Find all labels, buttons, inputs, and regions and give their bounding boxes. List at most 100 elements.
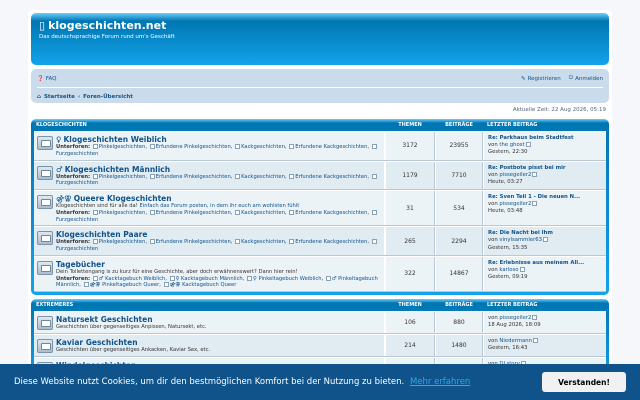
forum-title-link[interactable]: Klogeschichten Männlich (65, 165, 170, 174)
site-title-text[interactable]: klogeschichten.net (48, 19, 166, 32)
last-post-author: von pissegeiler2 (488, 201, 603, 208)
post-count: 880 (435, 312, 483, 333)
forum-title[interactable]: Kaviar Geschichten (56, 338, 210, 347)
forum-read-icon (37, 136, 53, 150)
view-latest-post-icon[interactable] (532, 201, 538, 207)
view-latest-post-icon[interactable] (519, 266, 525, 272)
last-post-by: von (488, 201, 498, 208)
last-post-user[interactable]: the ghost (499, 142, 524, 148)
subforum-link[interactable]: Erfundene Pinkelgeschichten (156, 210, 231, 216)
forum-title-link[interactable]: Natursekt Geschichten (56, 315, 153, 324)
subforum-link[interactable]: ⚣⚢ Kacktagebuch Queer (170, 282, 237, 288)
subforum-link[interactable]: Furzgeschichten (56, 246, 98, 252)
forum-title-link[interactable]: Queere Klogeschichten (74, 194, 172, 203)
subforum-icon (247, 275, 253, 281)
last-post-user[interactable]: Niedermann (499, 338, 532, 344)
category-title[interactable]: KLOGESCHICHTEN (34, 122, 385, 128)
last-post-user[interactable]: karloso (499, 267, 518, 273)
forum-title[interactable]: ♀ Klogeschichten Weiblich (56, 135, 382, 144)
cookie-message: Diese Website nutzt Cookies, um dir den … (14, 377, 405, 387)
subforum-link[interactable]: Erfundene Kackgeschichten (295, 239, 367, 245)
forum-title[interactable]: ♂ Klogeschichten Männlich (56, 165, 382, 174)
faq-link[interactable]: ❓ FAQ (37, 76, 57, 82)
site-title[interactable]: ▯ klogeschichten.net (39, 19, 601, 32)
breadcrumb-current[interactable]: Foren-Übersicht (83, 94, 133, 100)
nav-divider (37, 87, 603, 88)
view-latest-post-icon[interactable] (525, 142, 531, 148)
post-count: 23955 (435, 132, 483, 160)
view-latest-post-icon[interactable] (542, 237, 548, 243)
cookie-more-link[interactable]: Mehr erfahren (410, 377, 470, 387)
gender-icon: ♂ (56, 164, 63, 174)
forum-title[interactable]: Tagebücher (56, 260, 382, 269)
subforum-link[interactable]: ♀ Pinkeltagebuch Weiblich (253, 276, 321, 282)
forum-info: Klogeschichten Paare Unterforen: Pinkelge… (34, 227, 385, 255)
subforum-link[interactable]: Pinkelgeschichten (99, 210, 146, 216)
last-post-user[interactable]: vinylsammler63 (499, 237, 542, 243)
category-title[interactable]: EXTREMERES (34, 302, 385, 308)
subforum-icon (371, 144, 377, 149)
cookie-accept-button[interactable]: Verstanden! (542, 372, 626, 392)
last-post-user[interactable]: pissegeiler2 (499, 201, 531, 207)
view-latest-post-icon[interactable] (532, 337, 538, 343)
subforum-icon (149, 173, 155, 179)
subforum-link[interactable]: ⚣⚢ Pinkeltagebuch Queer (90, 282, 160, 288)
subforums: Unterforen: Pinkelgeschichten, Erfundene… (56, 239, 382, 253)
forum-title-link[interactable]: Klogeschichten Weiblich (64, 135, 167, 144)
last-post-title[interactable]: Re: Sven Teil 1 - Die neuen N... (488, 194, 603, 201)
last-post-by: von (488, 337, 498, 344)
subforum-link[interactable]: Kackgeschichten (241, 210, 285, 216)
subforum-link[interactable]: Erfundene Pinkelgeschichten (156, 174, 231, 180)
subforum-link[interactable]: Kackgeschichten (241, 174, 285, 180)
last-post-user[interactable]: pissegeiler2 (499, 172, 531, 178)
subforum-link[interactable]: Erfundene Kackgeschichten (295, 174, 367, 180)
last-post-title[interactable]: Re: Erlebnisse aus meinem All... (488, 260, 603, 267)
forum-text: Natursekt Geschichten Geschichten über ge… (56, 315, 206, 331)
forum-row: ⚣⚢ Queere Klogeschichten Klogeschichten si… (34, 190, 606, 227)
subforum-link[interactable]: Erfundene Kackgeschichten (295, 144, 367, 150)
subforum-link[interactable]: Erfundene Pinkelgeschichten (156, 144, 231, 150)
subforum-link[interactable]: Furzgeschichten (56, 217, 98, 223)
forum-title[interactable]: Natursekt Geschichten (56, 315, 206, 324)
gender-icon: ⚣⚢ (56, 194, 72, 203)
forum-title-link[interactable]: Kaviar Geschichten (56, 338, 138, 347)
subforum-link[interactable]: Pinkelgeschichten (99, 144, 146, 150)
view-latest-post-icon[interactable] (532, 171, 538, 177)
topic-count: 265 (385, 227, 435, 255)
last-post: Re: Sven Teil 1 - Die neuen N... von piss… (483, 191, 606, 226)
topic-count: 322 (385, 256, 435, 291)
register-link[interactable]: ✎ Registrieren (521, 76, 561, 82)
forum-title[interactable]: ⚣⚢ Queere Klogeschichten (56, 194, 382, 203)
subforum-icon (289, 239, 295, 245)
last-post-user[interactable]: pissegeiler2 (499, 315, 531, 321)
last-post-title[interactable]: Re: Postbote pisst bei mir (488, 165, 603, 172)
subforum-link[interactable]: Erfundene Kackgeschichten (295, 210, 367, 216)
col-posts-header: BEITRÄGE (445, 122, 473, 128)
site-logo-icon: ▯ (39, 19, 46, 32)
subforum-link[interactable]: Pinkelgeschichten (99, 174, 146, 180)
subforum-link[interactable]: Furzgeschichten (56, 180, 98, 186)
subforum-link[interactable]: ♂ Kacktagebuch Weiblich (99, 276, 165, 282)
subforum-link[interactable]: Pinkelgeschichten (99, 239, 146, 245)
current-time: Aktuelle Zeit: 22 Aug 2026, 05:19 (512, 107, 606, 113)
last-post-title[interactable]: Re: Parkhaus beim Stadtfest (488, 135, 603, 142)
forum-description-link[interactable]: Einfach das Forum posten, in dem ihr euc… (139, 203, 299, 209)
subforum-icon (289, 209, 295, 215)
last-post-author: von pissegeiler2 (488, 315, 603, 322)
forum-row: Tagebücher Dein Toilettengang is zu kurz … (34, 255, 606, 292)
view-latest-post-icon[interactable] (532, 315, 538, 320)
subforum-link[interactable]: Furzgeschichten (56, 151, 98, 157)
forum-title[interactable]: Klogeschichten Paare (56, 230, 382, 239)
subforum-link[interactable]: ♀ Kacktagebuch Männlich (176, 276, 243, 282)
login-link[interactable]: ⏻ Anmelden (569, 75, 603, 82)
forum-title-link[interactable]: Klogeschichten Paare (56, 230, 147, 239)
forum-title-link[interactable]: Tagebücher (56, 260, 105, 269)
subforum-link[interactable]: Erfundene Pinkelgeschichten (156, 239, 231, 245)
last-post-title[interactable]: Re: Die Nacht bei Ihm (488, 230, 603, 237)
pencil-icon: ✎ (520, 75, 526, 82)
subforum-link[interactable]: Kackgeschichten (241, 239, 285, 245)
subforum-icon (149, 144, 155, 149)
breadcrumb-separator: ‹ (77, 93, 81, 100)
subforum-link[interactable]: Kackgeschichten (241, 144, 285, 150)
breadcrumb-home[interactable]: Startseite (44, 94, 75, 100)
